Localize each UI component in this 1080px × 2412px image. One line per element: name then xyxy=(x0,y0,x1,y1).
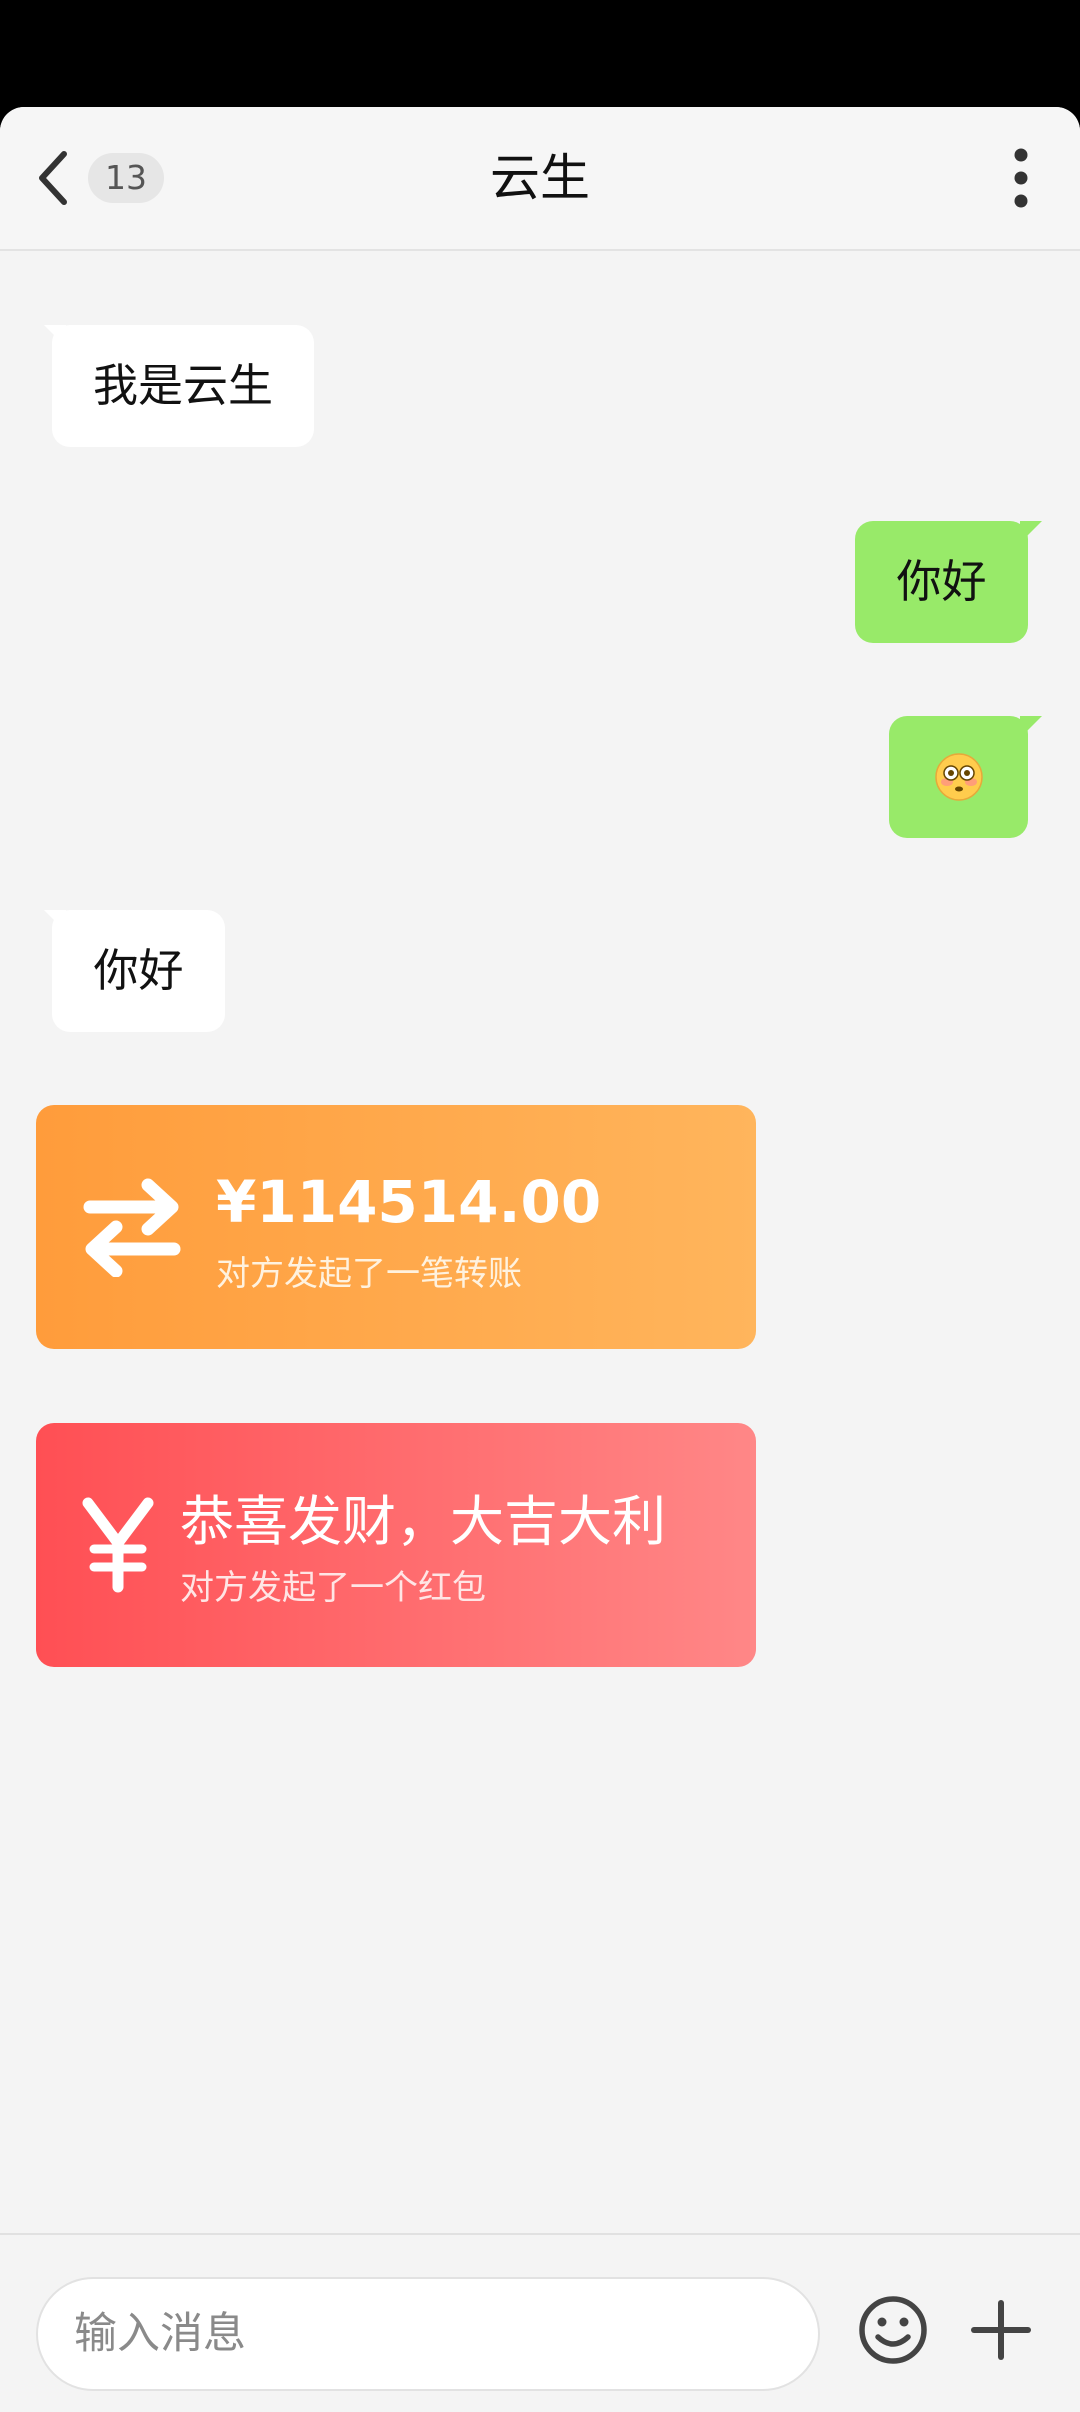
page-title: 云生 xyxy=(490,149,590,207)
smiley-icon xyxy=(859,2296,927,2364)
plus-icon xyxy=(971,2300,1031,2360)
status-bar xyxy=(0,0,1080,107)
unread-count-badge: 13 xyxy=(88,153,164,203)
red-packet-subtitle: 对方发起了一个红包 xyxy=(180,1568,486,1608)
more-options-button[interactable] xyxy=(986,143,1056,213)
red-packet-card[interactable]: 恭喜发财，大吉大利 对方发起了一个红包 xyxy=(36,1423,756,1667)
chevron-left-icon xyxy=(34,148,70,208)
chat-header: 13 云生 xyxy=(0,107,1080,251)
emoji-button[interactable] xyxy=(856,2293,930,2367)
plus-button[interactable] xyxy=(964,2293,1038,2367)
transfer-subtitle: 对方发起了一笔转账 xyxy=(216,1254,522,1294)
more-vertical-icon xyxy=(1014,148,1028,208)
message-input[interactable] xyxy=(36,2277,820,2391)
back-button[interactable]: 13 xyxy=(34,145,194,211)
transfer-arrows-icon xyxy=(82,1177,182,1277)
chat-screen: 13 云生 我是云生 你好 你好 ¥114514.00 对方发起了一笔转账 恭喜… xyxy=(0,107,1080,2412)
input-bar xyxy=(0,2233,1080,2412)
incoming-message[interactable]: 我是云生 xyxy=(44,325,314,447)
incoming-message[interactable]: 你好 xyxy=(44,910,225,1032)
flushed-face-emoji xyxy=(934,752,984,802)
outgoing-emoji-message[interactable] xyxy=(889,716,1042,838)
red-packet-title: 恭喜发财，大吉大利 xyxy=(180,1490,666,1553)
yen-icon xyxy=(80,1497,156,1593)
transfer-amount: ¥114514.00 xyxy=(216,1168,602,1236)
outgoing-message[interactable]: 你好 xyxy=(855,521,1042,643)
transfer-card[interactable]: ¥114514.00 对方发起了一笔转账 xyxy=(36,1105,756,1349)
